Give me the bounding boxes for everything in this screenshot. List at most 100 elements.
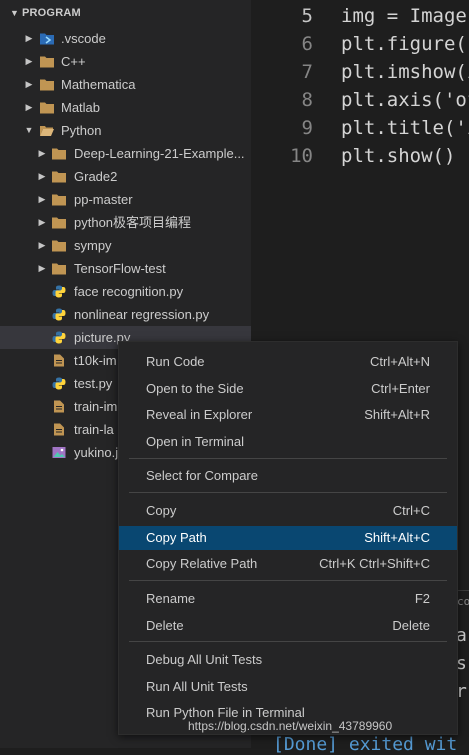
menu-item-label: Select for Compare <box>146 468 258 483</box>
code-text[interactable]: img = Image <box>341 2 467 30</box>
line-number: 7 <box>301 61 313 83</box>
context-menu-item[interactable]: Delete Delete <box>119 614 457 638</box>
tree-item-label: Mathematica <box>61 77 136 92</box>
chevron-right-icon[interactable]: ▶ <box>24 50 34 73</box>
tree-file-item[interactable]: face recognition.py <box>0 280 251 303</box>
tree-folder-item[interactable]: ▶ pp-master <box>0 188 251 211</box>
chevron-right-icon[interactable]: ▶ <box>37 234 47 257</box>
tree-folder-item[interactable]: ▶ python极客项目编程 <box>0 211 251 234</box>
python-file-icon <box>52 308 66 321</box>
chevron-right-icon[interactable]: ▶ <box>37 142 47 165</box>
tree-item-label: python极客项目编程 <box>74 215 192 230</box>
tree-item-label: .vscode <box>61 31 106 46</box>
tree-folder-item[interactable]: ▶ sympy <box>0 234 251 257</box>
chevron-down-icon: ▼ <box>10 8 20 18</box>
context-menu-item[interactable]: Copy Relative Path Ctrl+K Ctrl+Shift+C <box>119 552 457 576</box>
chevron-right-icon[interactable]: ▶ <box>37 188 47 211</box>
menu-item-label: Run All Unit Tests <box>146 679 248 694</box>
tree-folder-item[interactable]: ▶ C++ <box>0 50 251 73</box>
menu-item-label: Open to the Side <box>146 381 244 396</box>
context-menu-item[interactable]: Open to the Side Ctrl+Enter <box>119 377 457 401</box>
chevron-right-icon[interactable]: ▶ <box>37 211 47 234</box>
tree-folder-item[interactable]: ▶ Deep-Learning-21-Example... <box>0 142 251 165</box>
chevron-right-icon[interactable]: ▶ <box>37 257 47 280</box>
code-text[interactable]: plt.figure( <box>341 30 467 58</box>
menu-item-label: Delete <box>146 618 184 633</box>
tree-item-label: nonlinear regression.py <box>74 307 210 322</box>
context-menu-item[interactable]: Run All Unit Tests <box>119 675 457 699</box>
tree-item-label: pp-master <box>74 192 133 207</box>
code-line[interactable]: 5 img = Image <box>251 2 469 30</box>
tree-item-label: yukino.j <box>74 445 119 460</box>
code-text[interactable]: plt.imshow(i <box>341 58 469 86</box>
menu-item-shortcut: Shift+Alt+R <box>364 407 430 422</box>
python-file-icon <box>52 331 66 344</box>
code-line[interactable]: 6 plt.figure( <box>251 30 469 58</box>
code-text[interactable]: plt.show() <box>341 142 455 170</box>
context-menu-item[interactable]: Debug All Unit Tests <box>119 648 457 672</box>
image-file-icon <box>52 447 66 458</box>
context-menu-item[interactable]: Open in Terminal <box>119 430 457 454</box>
folder-icon <box>40 56 54 68</box>
tree-item-label: Matlab <box>61 100 101 115</box>
menu-item-shortcut: Shift+Alt+C <box>364 530 430 545</box>
tree-folder-item[interactable]: ▼ Python <box>0 119 251 142</box>
section-title: PROGRAM <box>22 7 81 19</box>
menu-item-label: Reveal in Explorer <box>146 407 253 422</box>
line-number: 6 <box>301 33 313 55</box>
menu-separator <box>129 458 447 459</box>
chevron-down-icon[interactable]: ▼ <box>24 119 34 142</box>
folder-icon <box>52 263 66 275</box>
line-number: 8 <box>301 89 313 111</box>
context-menu-item[interactable]: Reveal in Explorer Shift+Alt+R <box>119 403 457 427</box>
panel-tab-fragment: cor <box>457 595 469 608</box>
context-menu-item[interactable]: Run Code Ctrl+Alt+N <box>119 350 457 374</box>
code-text[interactable]: plt.title('i <box>341 114 469 142</box>
tree-folder-item[interactable]: ▶ TensorFlow-test <box>0 257 251 280</box>
tree-item-label: C++ <box>61 54 86 69</box>
tree-folder-item[interactable]: ▶ Matlab <box>0 96 251 119</box>
context-menu-item[interactable]: Copy Ctrl+C <box>119 499 457 523</box>
tree-item-label: train-im <box>74 399 118 414</box>
line-number: 9 <box>301 117 313 139</box>
folder-icon <box>52 148 66 160</box>
menu-separator <box>129 492 447 493</box>
chevron-right-icon[interactable]: ▶ <box>24 96 34 119</box>
menu-item-shortcut: Ctrl+C <box>392 503 430 518</box>
menu-item-shortcut: Ctrl+K Ctrl+Shift+C <box>319 556 430 571</box>
tree-file-item[interactable]: nonlinear regression.py <box>0 303 251 326</box>
chevron-right-icon[interactable]: ▶ <box>24 73 34 96</box>
menu-item-shortcut: Ctrl+Alt+N <box>370 354 430 369</box>
menu-item-label: Debug All Unit Tests <box>146 652 263 667</box>
menu-item-label: Run Code <box>146 354 205 369</box>
menu-separator <box>129 580 447 581</box>
tree-item-label: test.py <box>74 376 113 391</box>
code-line[interactable]: 10 plt.show() <box>251 142 469 170</box>
context-menu-item[interactable]: Copy Path Shift+Alt+C <box>119 526 457 550</box>
folder-icon <box>52 171 66 183</box>
explorer-section-header[interactable]: ▼ PROGRAM <box>0 0 251 26</box>
tree-folder-item[interactable]: ▶ .vscode <box>0 27 251 50</box>
vscode-folder-icon <box>40 33 54 45</box>
chevron-right-icon[interactable]: ▶ <box>24 27 34 50</box>
tree-folder-item[interactable]: ▶ Mathematica <box>0 73 251 96</box>
code-text[interactable]: plt.axis('of <box>341 86 469 114</box>
menu-separator <box>129 641 447 642</box>
code-line[interactable]: 9 plt.title('i <box>251 114 469 142</box>
code-line[interactable]: 8 plt.axis('of <box>251 86 469 114</box>
menu-item-label: Copy <box>146 503 177 518</box>
line-number: 10 <box>290 145 313 167</box>
menu-item-label: Copy Path <box>146 530 207 545</box>
folder-icon <box>40 102 54 114</box>
context-menu-item[interactable]: Rename F2 <box>119 587 457 611</box>
tree-folder-item[interactable]: ▶ Grade2 <box>0 165 251 188</box>
chevron-right-icon[interactable]: ▶ <box>37 165 47 188</box>
tree-item-label: Python <box>61 123 102 138</box>
open-folder-icon <box>40 126 54 136</box>
menu-item-label: Rename <box>146 591 196 606</box>
code-line[interactable]: 7 plt.imshow(i <box>251 58 469 86</box>
output-done-line: [Done] exited wit <box>273 734 458 755</box>
tree-item-label: Deep-Learning-21-Example... <box>74 146 245 161</box>
menu-item-shortcut: F2 <box>414 591 430 606</box>
context-menu-item[interactable]: Select for Compare <box>119 464 457 488</box>
